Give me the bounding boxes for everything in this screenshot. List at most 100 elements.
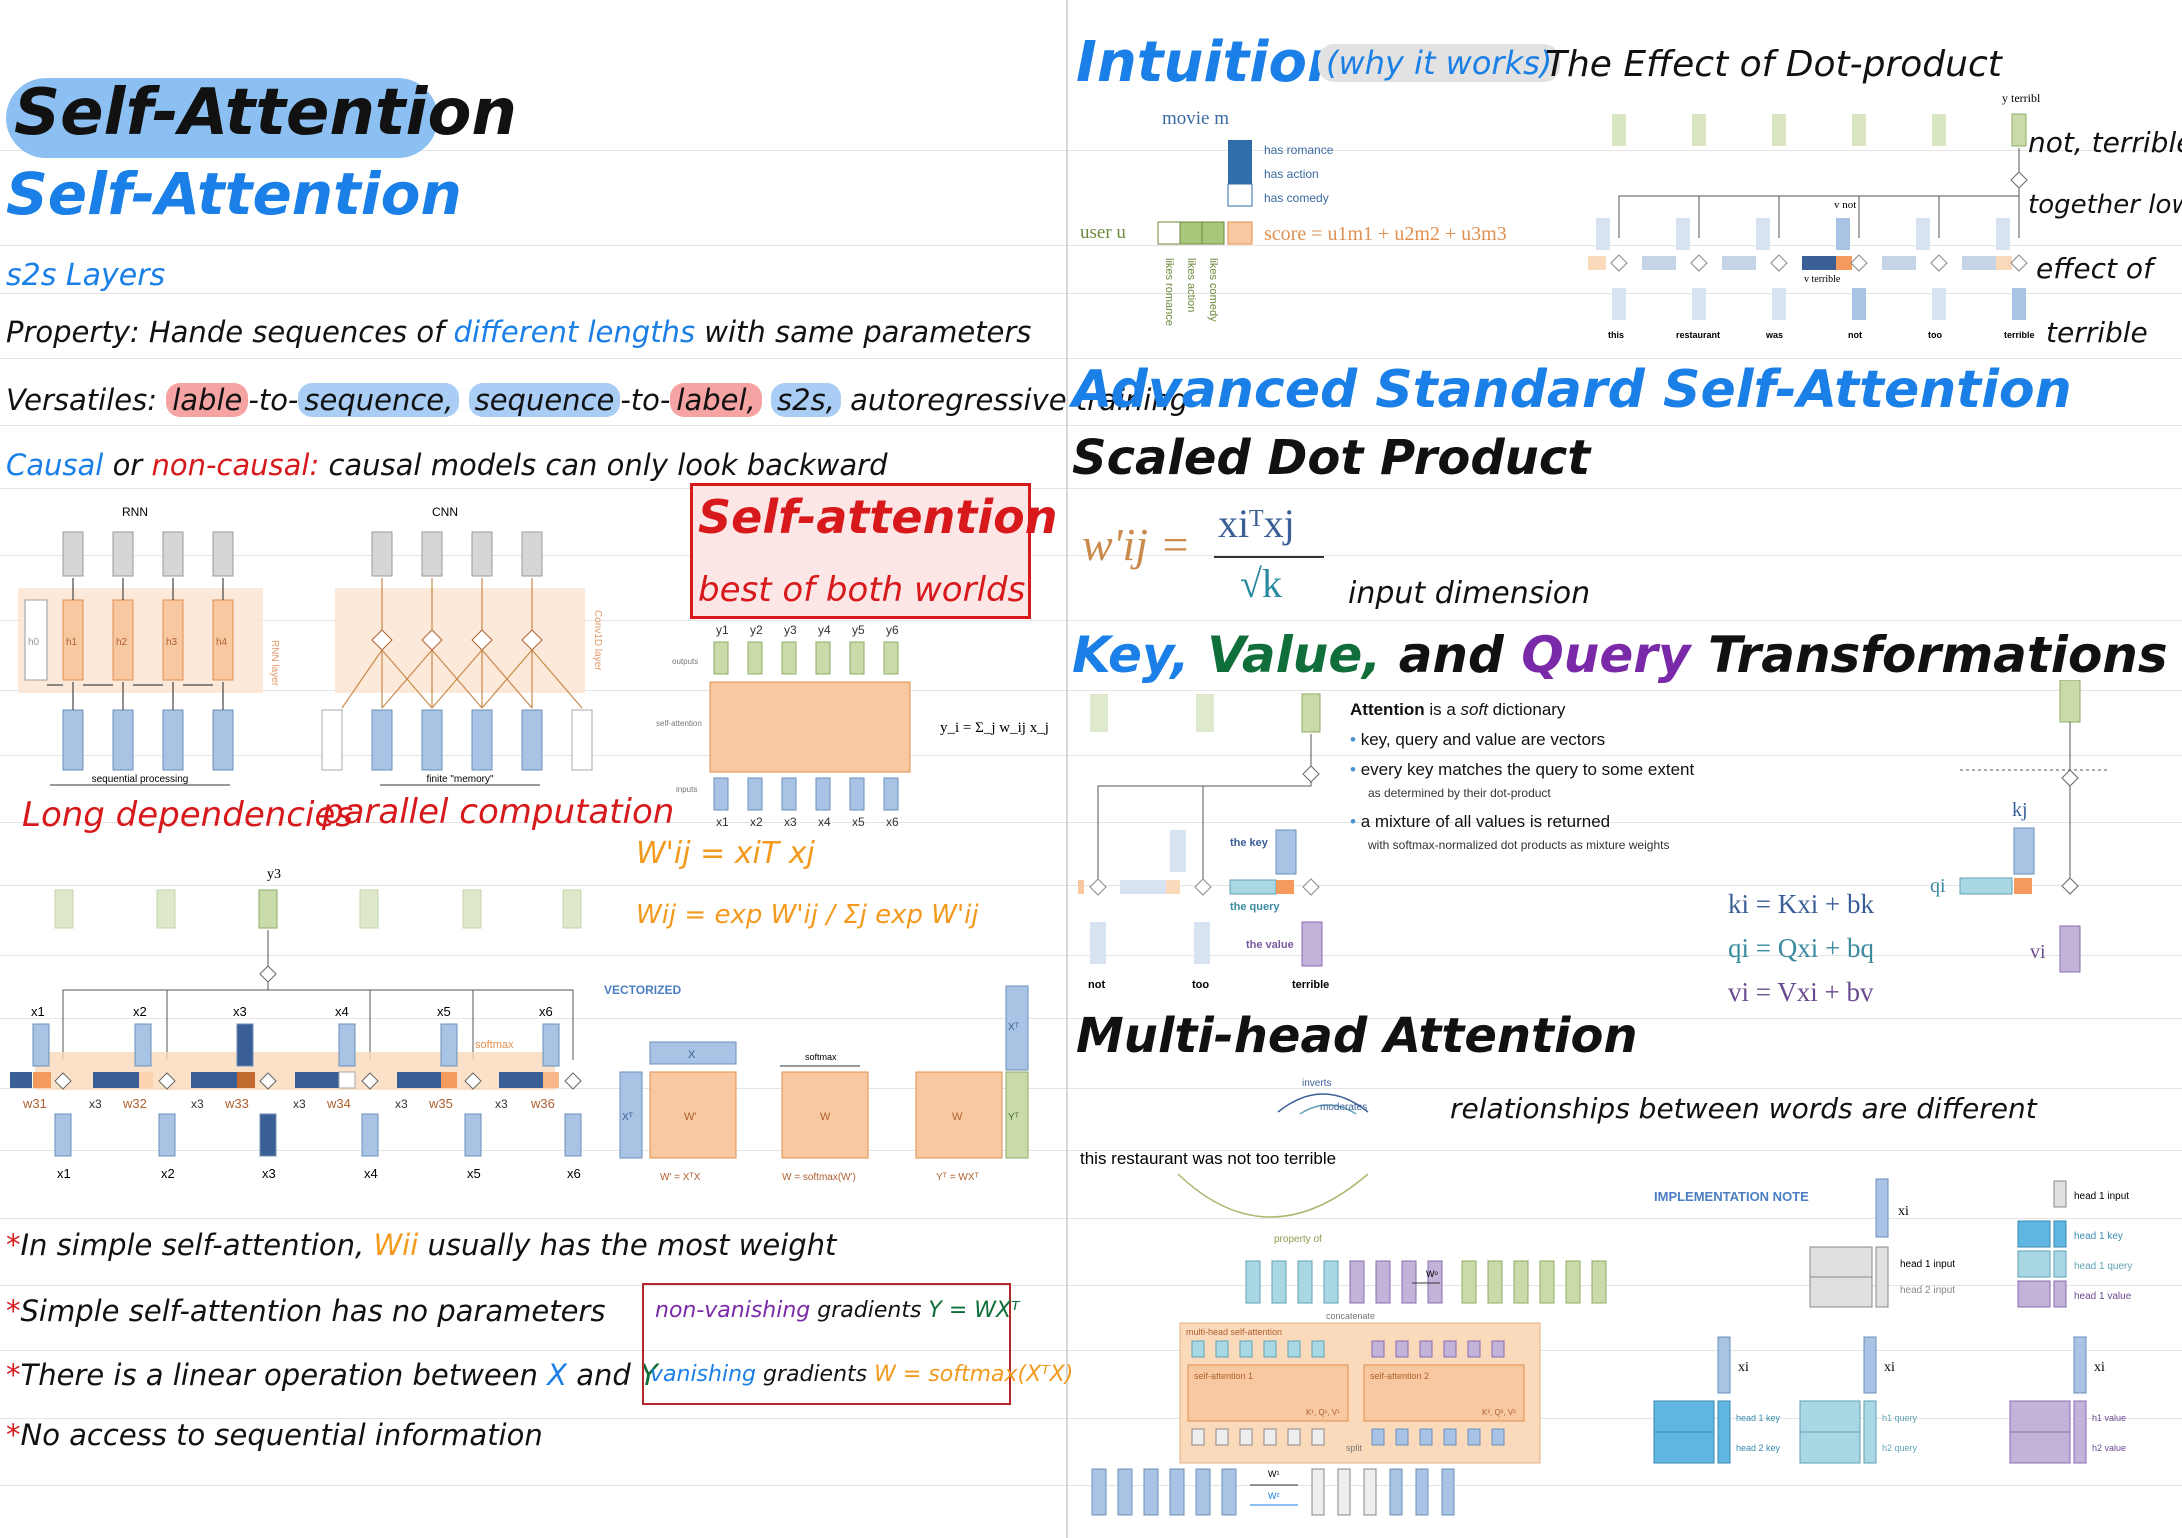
query-vec [397,1072,441,1088]
bullet-2-sub: as determined by their dot-product [1368,786,1551,800]
rnn-input [162,709,184,771]
kvq-word: too [1192,979,1209,990]
sa-x-label: x5 [852,815,865,829]
intuition-sum [2010,171,2028,189]
sa-y-label: y5 [852,623,865,637]
likes-action: likes action [1185,258,1197,312]
kvq-rest: Transformations [1707,626,2168,684]
finite-memory-label: finite "memory" [426,774,494,785]
kvq-equations: ki = Kxi + bk qi = Qxi + bq vi = Vxi + b… [1728,882,1874,1014]
intuition-word: this [1608,330,1624,340]
cnn-input [371,709,393,771]
mid-x3-label: x3 [191,1097,204,1111]
sa-block [709,681,911,773]
head1-key: head 1 key [2074,1231,2123,1242]
bottom-x-label: x2 [161,1166,175,1181]
impl-xi-2: xi [1738,1360,1749,1375]
mid-x3-label: x3 [495,1097,508,1111]
note-2-text: Simple self-attention has no parameters [20,1294,606,1328]
sequence-word: sequence, [298,383,460,417]
the-query-label: the query [1230,901,1280,913]
label-word-2: label, [670,383,762,417]
the-value-vec [1301,921,1323,967]
top-x-label: x6 [539,1004,553,1019]
kvq-words: not too terrible [1088,979,1329,990]
eq-k: ki = Kxi + bk [1728,889,1874,919]
intuition-key-vecs [1596,218,2010,250]
bullet-3-sub: with softmax-normalized dot products as … [1368,838,1670,852]
intuition-word: not [1848,330,1862,340]
sa-y-label: y3 [784,623,797,637]
y3-output [258,889,278,929]
causal-line: Causal or non-causal: causal models can … [6,448,888,482]
sa-x-label: x4 [818,815,831,829]
softmax-label: softmax [805,1052,837,1062]
sa-x-label: x3 [784,815,797,829]
likes-romance: likes romance [1163,258,1175,326]
cnn-pad [321,709,343,771]
grad-1-b: gradients [817,1298,922,1323]
weight-label: w33 [224,1096,249,1111]
property-of-label: property of [1274,1234,1322,1245]
note-1-wii: Wii [373,1228,419,1262]
has-romance: has romance [1264,143,1334,157]
rnn-input [212,709,234,771]
intuition-word: restaurant [1676,330,1720,340]
scaled-formula: w'ij = [1082,518,1191,571]
mh-split-inputs [1311,1468,1455,1516]
inverts-label: inverts [1302,1078,1331,1089]
cnn-output [421,531,443,577]
relations-diagram: inverts moderates this restaurant was no… [1080,1078,1369,1245]
cnn-outputs [371,531,543,577]
causal-desc: causal models can only look backward [328,448,888,482]
callout-sub: best of both worlds [698,570,1026,610]
impl-out [1875,1246,1889,1308]
weight-cell [338,1071,356,1089]
top-x-label: x3 [233,1004,247,1019]
kj-label: kj [2012,799,2028,821]
scaled-numerator: xiᵀxj [1218,501,1295,546]
sa-inputs [713,777,899,811]
intuition-value-vecs [1612,288,2026,320]
eq-q: qi = Qxi + bq [1728,933,1874,963]
to-word-2: -to- [620,383,671,417]
bottom-x-label: x3 [262,1166,276,1181]
score-formula: score = u1m1 + u2m2 + u3m3 [1264,223,1507,245]
vectorized-diagram: VECTORIZED X Xᵀ W' softmax W W Xᵀ Yᵀ W' … [604,983,1029,1183]
cnn-output [371,531,393,577]
mid-x3-label: x3 [293,1097,306,1111]
kvq-key: Key, [1072,626,1190,684]
is-a: is a [1429,700,1456,719]
grad-line-2: vanishing gradients W = softmax(XᵀX) [650,1362,1073,1387]
mid-x3-label: x3 [395,1097,408,1111]
head1-value: head 1 value [2074,1291,2132,1302]
grad-line-1: non-vanishing gradients Y = WXᵀ [655,1298,1020,1323]
sa2-label: self-attention 2 [1370,1371,1429,1381]
w-prime-formula: W'ij = xiT xj [636,836,815,871]
movie-m-label: movie m [1162,108,1229,129]
intuition-word: was [1765,330,1783,340]
head2-key: head 2 key [1736,1443,1781,1453]
label-word: lable [166,383,249,417]
mh-top-inputs [1245,1260,1443,1304]
h1-value: h1 value [2092,1413,2126,1423]
impl-xi-label: xi [1898,1204,1909,1219]
vi-vec [2059,925,2081,973]
rnn-label: RNN [122,505,148,519]
intuition-title: Intuition [1076,30,1347,95]
kvq-terrible-output [1301,693,1321,733]
cnn-label: CNN [432,505,458,519]
weight-label: w32 [122,1096,147,1111]
mini-weight [2014,878,2032,894]
implementation-diagram: IMPLEMENTATION NOTE xi head 1 input head… [1653,1178,2132,1464]
kqv1-label: K¹, Q¹, V¹ [1306,1408,1340,1417]
qi-label: qi [1930,875,1946,897]
sa-y-labels: y1 y2 y3 y4 y5 y6 [716,623,899,637]
callout-title: Self-attention [698,490,1058,544]
w1-label: W¹ [1268,1469,1280,1479]
top-outputs [54,889,582,929]
w-label: W [820,1111,831,1123]
kvq-word: not [1088,979,1105,990]
advanced-title: Advanced Standard Self-Attention [1072,360,2072,420]
user-romance [1157,221,1181,245]
